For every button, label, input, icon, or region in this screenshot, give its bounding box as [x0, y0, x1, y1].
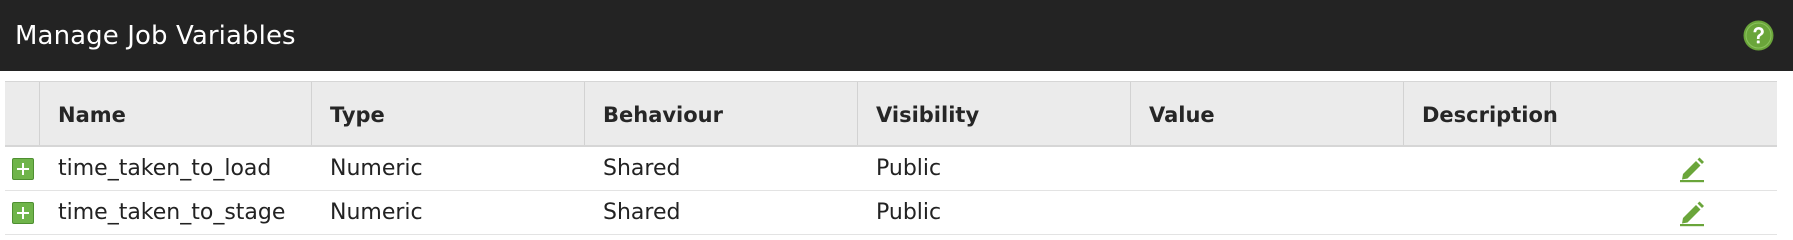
- variable-name: time_taken_to_load: [58, 156, 272, 181]
- variable-visibility: Public: [876, 156, 942, 181]
- table-row[interactable]: time_taken_to_stage Numeric Shared Publi…: [5, 191, 1777, 235]
- table-row[interactable]: time_taken_to_load Numeric Shared Public: [5, 147, 1777, 191]
- column-header-name[interactable]: Name: [40, 82, 312, 145]
- expand-plus-icon[interactable]: [12, 202, 34, 224]
- variable-behaviour: Shared: [603, 156, 681, 181]
- variable-type: Numeric: [330, 156, 423, 181]
- column-header-label: Description: [1422, 103, 1558, 127]
- column-header-label: Name: [58, 103, 126, 127]
- variables-grid: Name Type Behaviour Visibility Value Des…: [5, 81, 1793, 238]
- variable-name: time_taken_to_stage: [58, 200, 286, 225]
- header-expander-cell: [5, 82, 40, 145]
- grid-header-row: Name Type Behaviour Visibility Value Des…: [5, 81, 1777, 147]
- column-header-value[interactable]: Value: [1131, 82, 1404, 145]
- column-header-label: Value: [1149, 103, 1215, 127]
- column-header-visibility[interactable]: Visibility: [858, 82, 1131, 145]
- column-header-label: Visibility: [876, 103, 980, 127]
- column-header-behaviour[interactable]: Behaviour: [585, 82, 858, 145]
- edit-icon[interactable]: [1677, 155, 1707, 183]
- variable-type: Numeric: [330, 200, 423, 225]
- dialog-header: Manage Job Variables: [0, 0, 1793, 71]
- column-header-description[interactable]: Description: [1404, 82, 1558, 145]
- dialog-title: Manage Job Variables: [15, 21, 296, 51]
- edit-icon[interactable]: [1677, 199, 1707, 227]
- column-header-label: Behaviour: [603, 103, 723, 127]
- column-header-type[interactable]: Type: [312, 82, 585, 145]
- column-header-label: Type: [330, 103, 385, 127]
- variable-behaviour: Shared: [603, 200, 681, 225]
- expand-plus-icon[interactable]: [12, 158, 34, 180]
- variable-visibility: Public: [876, 200, 942, 225]
- help-icon[interactable]: [1743, 20, 1774, 51]
